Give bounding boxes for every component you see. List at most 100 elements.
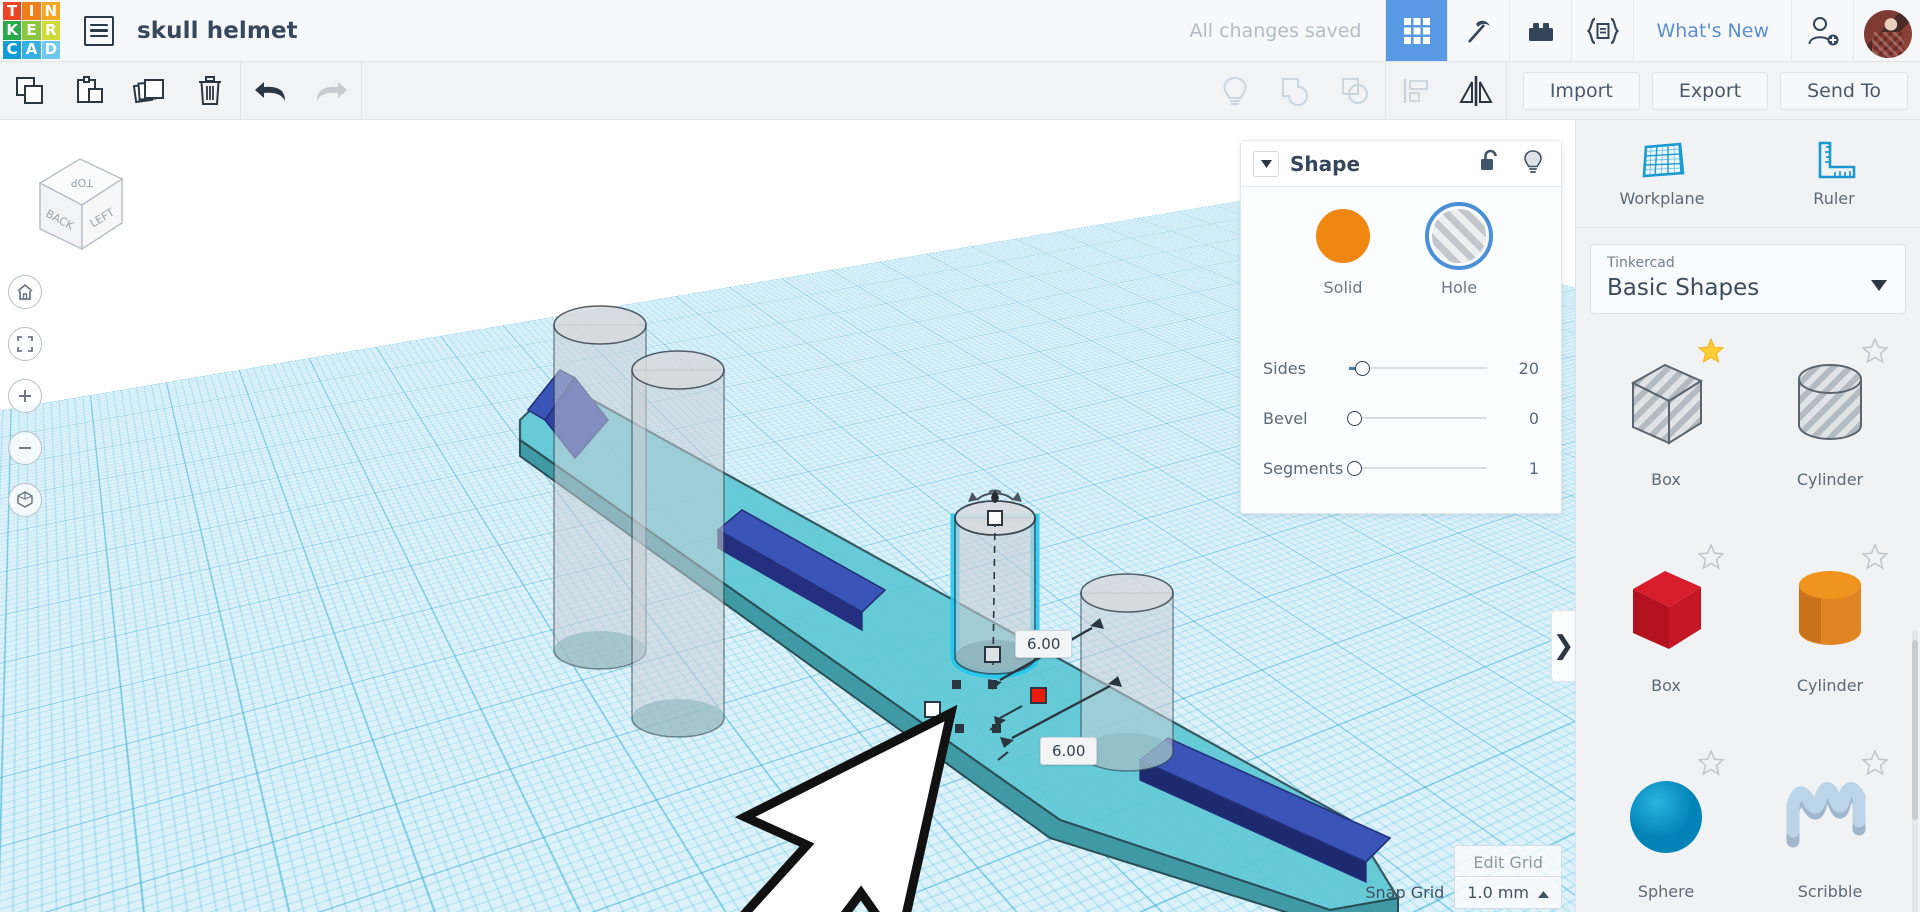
shapes-scrollbar-thumb[interactable] bbox=[1912, 640, 1918, 820]
ortho-view-icon bbox=[17, 491, 33, 508]
ungroup-button[interactable] bbox=[1325, 62, 1385, 120]
unlock-icon bbox=[1481, 149, 1497, 170]
inspector-collapse-button[interactable] bbox=[1253, 150, 1279, 177]
nav-codeblocks-pickaxe-icon[interactable] bbox=[1447, 0, 1509, 61]
shapes-list[interactable]: Box Cylinder Box Cylinder Sphere Scribbl… bbox=[1576, 324, 1920, 912]
delete-button[interactable] bbox=[180, 62, 240, 120]
save-status: All changes saved bbox=[1189, 19, 1362, 42]
shape-parameters: Sides 20 Bevel 0 Segments 1 bbox=[1241, 343, 1561, 497]
slider-knob-bevel[interactable] bbox=[1347, 410, 1362, 426]
slider-knob-segments[interactable] bbox=[1347, 460, 1362, 476]
shape-library-select[interactable]: Tinkercad Basic Shapes bbox=[1590, 244, 1906, 314]
page-title[interactable]: skull helmet bbox=[137, 0, 298, 61]
logo-tile-a: A bbox=[22, 40, 41, 59]
nav-3d-design-icon[interactable] bbox=[1385, 0, 1448, 61]
slider-label-sides: Sides bbox=[1263, 358, 1306, 378]
group-button[interactable] bbox=[1265, 62, 1325, 120]
lock-toggle-button[interactable] bbox=[1479, 149, 1501, 179]
zoom-out-button[interactable] bbox=[8, 431, 42, 465]
home-view-button[interactable] bbox=[8, 275, 42, 309]
send-to-button[interactable]: Send To bbox=[1780, 71, 1908, 110]
star-outline-icon[interactable] bbox=[1861, 336, 1889, 368]
shape-label: Box bbox=[1651, 676, 1681, 695]
mirror-button[interactable] bbox=[1446, 62, 1506, 120]
shape-card-red-box[interactable]: Box bbox=[1584, 530, 1748, 736]
library-name: Basic Shapes bbox=[1607, 275, 1760, 301]
slider-track-bg-bevel bbox=[1349, 417, 1487, 419]
nav-blocks-icon[interactable] bbox=[1509, 0, 1571, 61]
hole-mode-option[interactable]: Hole bbox=[1425, 202, 1493, 297]
shape-card-orange-cylinder[interactable]: Cylinder bbox=[1748, 530, 1912, 736]
duplicate-button[interactable] bbox=[120, 62, 180, 120]
shape-card-sphere[interactable]: Sphere bbox=[1584, 736, 1748, 912]
chevron-down-icon bbox=[1871, 279, 1887, 295]
tinkercad-logo[interactable]: TINKERCAD bbox=[3, 2, 60, 59]
fit-view-button[interactable] bbox=[8, 327, 42, 361]
shape-card-hole-cylinder[interactable]: Cylinder bbox=[1748, 324, 1912, 530]
slider-row-bevel: Bevel 0 bbox=[1263, 393, 1539, 443]
dimension-label-height[interactable]: 6.00 bbox=[1015, 630, 1073, 658]
slider-knob-sides[interactable] bbox=[1354, 360, 1370, 376]
chevron-down-icon bbox=[1260, 159, 1272, 168]
hole-label: Hole bbox=[1440, 278, 1478, 297]
import-button[interactable]: Import bbox=[1522, 71, 1640, 110]
undo-button[interactable] bbox=[241, 62, 301, 120]
star-outline-icon[interactable] bbox=[1861, 542, 1889, 574]
star-outline-icon[interactable] bbox=[1861, 748, 1889, 780]
slider-track-bg bbox=[1349, 367, 1487, 369]
ruler-tool[interactable]: Ruler bbox=[1748, 120, 1920, 227]
zoom-in-button[interactable] bbox=[8, 379, 42, 413]
snap-grid-value: 1.0 mm bbox=[1467, 882, 1529, 902]
slider-track-segments[interactable] bbox=[1347, 458, 1487, 478]
star-outline-icon[interactable] bbox=[1697, 748, 1725, 780]
tinkercad-app: TINKERCAD skull helmet All changes saved bbox=[0, 0, 1920, 912]
logo-tile-t: T bbox=[3, 2, 22, 21]
slider-track-bevel[interactable] bbox=[1347, 408, 1487, 428]
shape-card-scribble[interactable]: Scribble bbox=[1748, 736, 1912, 912]
copy-button[interactable] bbox=[0, 62, 60, 120]
group-icon bbox=[1281, 77, 1308, 106]
align-button[interactable] bbox=[1386, 62, 1446, 120]
slider-value-bevel[interactable]: 0 bbox=[1487, 409, 1539, 428]
align-icon bbox=[1403, 78, 1428, 103]
solid-label: Solid bbox=[1323, 278, 1363, 297]
account-menu[interactable] bbox=[1853, 0, 1920, 61]
logo-tile-e: E bbox=[22, 21, 41, 40]
export-button[interactable]: Export bbox=[1651, 71, 1769, 110]
ortho-view-button[interactable] bbox=[8, 483, 42, 517]
view-cube[interactable]: TOP BACK LEFT bbox=[22, 145, 140, 263]
slider-track-sides[interactable] bbox=[1349, 358, 1487, 378]
slider-value-sides[interactable]: 20 bbox=[1487, 359, 1539, 378]
redo-button[interactable] bbox=[301, 62, 361, 120]
inspector-header: Shape bbox=[1241, 141, 1561, 187]
star-filled-icon[interactable] bbox=[1697, 337, 1725, 368]
zoom-in-icon bbox=[19, 390, 31, 402]
shape-card-hole-box[interactable]: Box bbox=[1584, 324, 1748, 530]
add-person-icon bbox=[1808, 16, 1838, 45]
logo-tile-r: R bbox=[41, 21, 60, 40]
whats-new-link[interactable]: What's New bbox=[1633, 0, 1791, 61]
logo-tile-n: N bbox=[41, 2, 60, 21]
snap-grid-select[interactable]: 1.0 mm bbox=[1454, 875, 1562, 909]
solid-mode-option[interactable]: Solid bbox=[1316, 209, 1370, 297]
slider-value-segments[interactable]: 1 bbox=[1487, 459, 1539, 478]
ruler-icon bbox=[1818, 141, 1856, 179]
invite-people-button[interactable] bbox=[1791, 0, 1853, 61]
delete-icon bbox=[199, 75, 221, 105]
document-list-icon bbox=[84, 15, 114, 46]
dimension-label-width[interactable]: 6.00 bbox=[1040, 737, 1098, 765]
project-list-button[interactable] bbox=[84, 0, 114, 61]
snap-grid-control: Snap Grid 1.0 mm bbox=[1365, 872, 1562, 912]
codeblocks-icon bbox=[1586, 17, 1620, 44]
workplane-tool[interactable]: Workplane bbox=[1576, 120, 1748, 227]
ungroup-icon bbox=[1341, 77, 1368, 104]
star-outline-icon[interactable] bbox=[1697, 542, 1725, 574]
paste-button[interactable] bbox=[60, 62, 120, 120]
visibility-toggle-button[interactable] bbox=[1523, 149, 1543, 179]
shape-label: Sphere bbox=[1637, 882, 1695, 901]
pickaxe-icon bbox=[1467, 20, 1490, 43]
collapse-panel-button[interactable]: ❯ bbox=[1551, 610, 1575, 682]
nav-codeblocks-icon[interactable] bbox=[1571, 0, 1633, 61]
light-toggle-button[interactable] bbox=[1205, 62, 1265, 120]
avatar[interactable] bbox=[1864, 10, 1912, 58]
